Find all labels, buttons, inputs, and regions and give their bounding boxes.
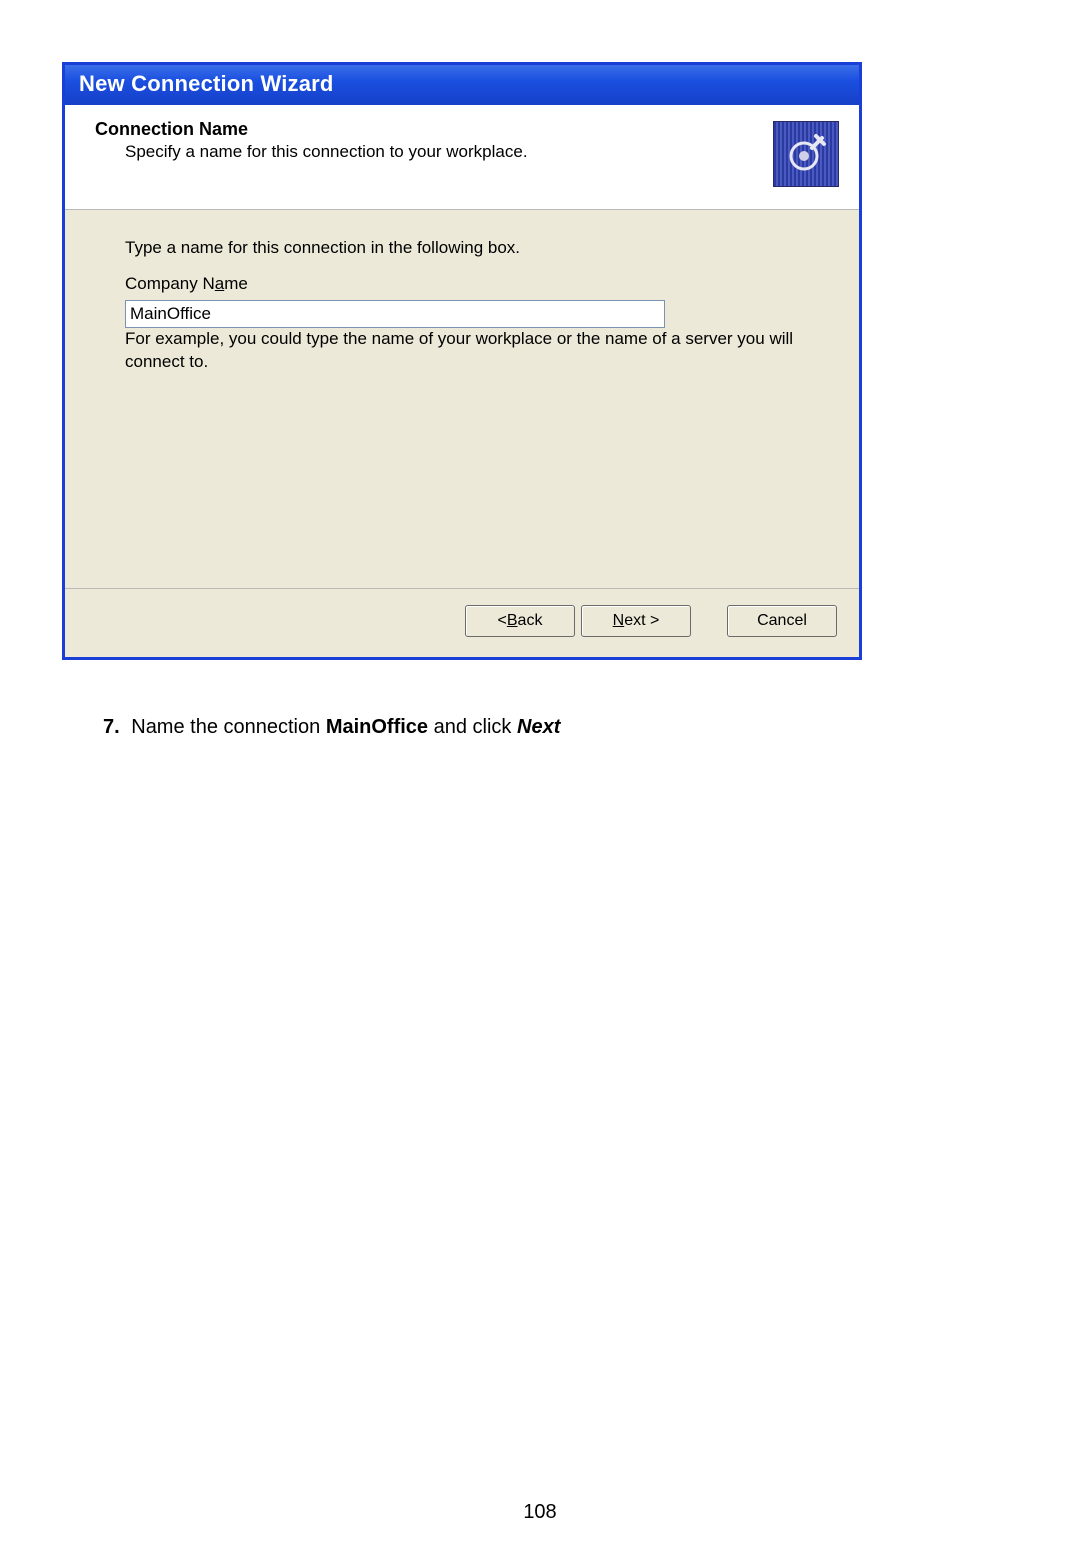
connection-icon (773, 121, 839, 187)
next-button[interactable]: Next > (581, 605, 691, 637)
header-title: Connection Name (95, 119, 843, 140)
step-text: 7. Name the connection MainOffice and cl… (103, 716, 963, 739)
header-subtitle: Specify a name for this connection to yo… (125, 142, 843, 162)
dialog-body: Type a name for this connection in the f… (65, 210, 859, 588)
wizard-dialog: New Connection Wizard Connection Name Sp… (62, 62, 862, 660)
back-button[interactable]: < Back (465, 605, 575, 637)
dialog-title: New Connection Wizard (65, 65, 859, 105)
dialog-header: Connection Name Specify a name for this … (65, 105, 859, 210)
cancel-button[interactable]: Cancel (727, 605, 837, 637)
instruction-step: 7. Name the connection MainOffice and cl… (103, 716, 963, 739)
instruction-text: Type a name for this connection in the f… (125, 238, 829, 258)
page-number: 108 (0, 1501, 1080, 1524)
company-name-label: Company Name (125, 274, 829, 294)
document-page: New Connection Wizard Connection Name Sp… (0, 0, 1080, 1564)
hint-text: For example, you could type the name of … (125, 328, 805, 374)
company-name-input[interactable] (125, 300, 665, 328)
button-row: < Back Next > Cancel (65, 589, 859, 657)
